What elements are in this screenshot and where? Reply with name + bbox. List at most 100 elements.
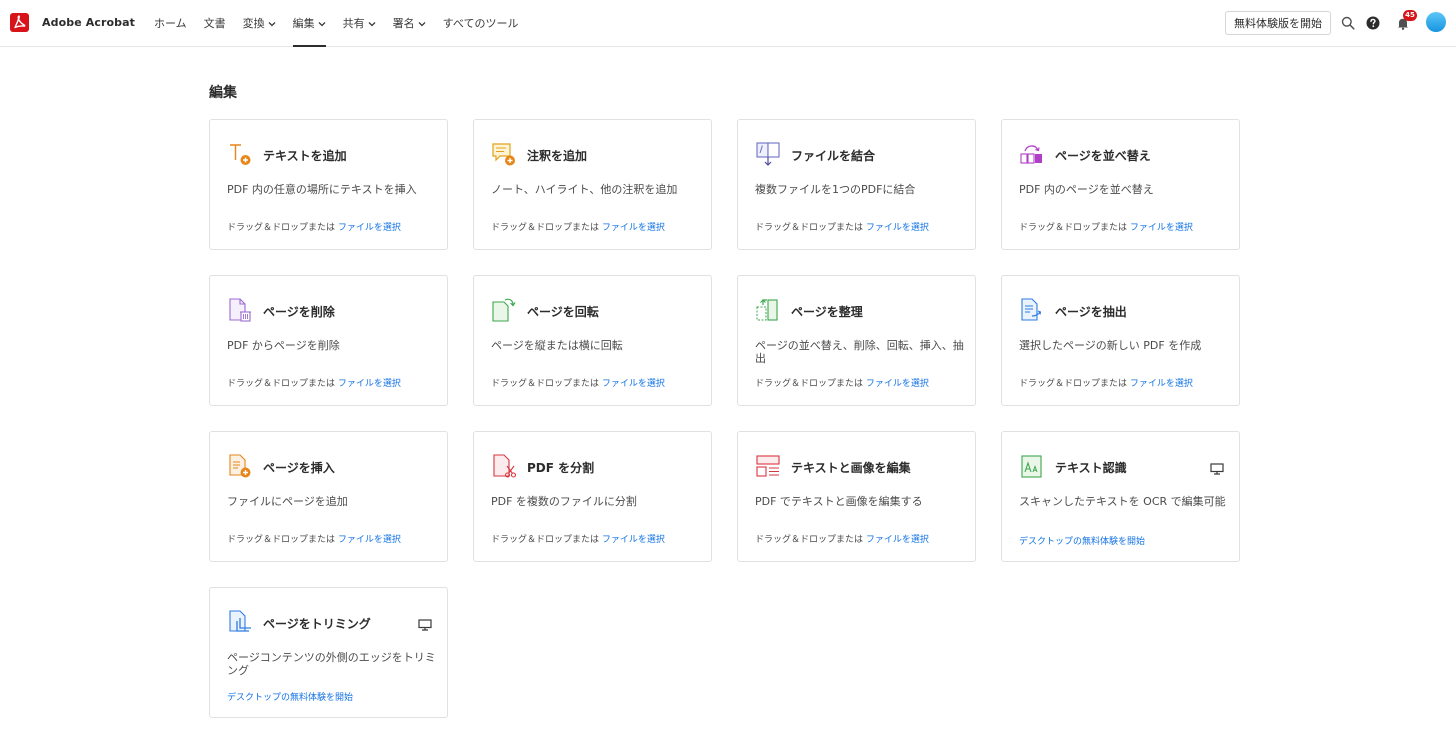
select-file-link[interactable]: ファイルを選択: [602, 223, 665, 233]
search-icon[interactable]: [1338, 13, 1358, 33]
add-comment-icon: [491, 141, 517, 167]
drag-drop-label: ドラッグ＆ドロップまたは: [755, 379, 864, 389]
nav-all-tools[interactable]: すべてのツール: [443, 0, 519, 47]
top-navigation-bar: Adobe Acrobat ホーム 文書 変換 編集 共有 署名 すべてのツール…: [0, 0, 1456, 47]
drag-drop-label: ドラッグ＆ドロップまたは: [227, 223, 336, 233]
card-footer: ドラッグ＆ドロップまたは ファイルを選択: [1019, 376, 1193, 389]
user-avatar[interactable]: [1426, 12, 1446, 32]
tool-card-delete-pages[interactable]: ページを削除 PDF からページを削除 ドラッグ＆ドロップまたは ファイルを選択: [209, 275, 448, 406]
drag-drop-label: ドラッグ＆ドロップまたは: [1019, 223, 1128, 233]
insert-pages-icon: [227, 453, 253, 479]
card-description: ファイルにページを追加: [227, 495, 348, 508]
app-title[interactable]: Adobe Acrobat: [42, 16, 135, 29]
card-footer: ドラッグ＆ドロップまたは ファイルを選択: [491, 532, 665, 545]
card-title: テキストと画像を編集: [791, 461, 911, 475]
tool-card-ocr[interactable]: テキスト認識 スキャンしたテキストを OCR で編集可能 デスクトップの無料体験…: [1001, 431, 1240, 562]
card-description: PDF を複数のファイルに分割: [491, 495, 637, 508]
card-description: PDF からページを削除: [227, 339, 340, 352]
card-footer: ドラッグ＆ドロップまたは ファイルを選択: [1019, 220, 1193, 233]
card-description: ノート、ハイライト、他の注釈を追加: [491, 183, 678, 196]
card-title: ページを整理: [791, 305, 863, 319]
card-description: ページコンテンツの外側のエッジをトリミング: [227, 651, 436, 677]
nav-share[interactable]: 共有: [343, 0, 376, 47]
card-title: ページをトリミング: [263, 617, 371, 631]
nav-sign-label: 署名: [392, 16, 415, 30]
nav-documents[interactable]: 文書: [204, 0, 226, 47]
desktop-trial-link[interactable]: デスクトップの無料体験を開始: [227, 690, 353, 703]
card-title: テキスト認識: [1055, 461, 1127, 475]
tool-card-add-comment[interactable]: 注釈を追加 ノート、ハイライト、他の注釈を追加 ドラッグ＆ドロップまたは ファイ…: [473, 119, 712, 250]
drag-drop-label: ドラッグ＆ドロップまたは: [491, 223, 600, 233]
card-title: 注釈を追加: [527, 149, 588, 163]
tool-card-add-text[interactable]: テキストを追加 PDF 内の任意の場所にテキストを挿入 ドラッグ＆ドロップまたは…: [209, 119, 448, 250]
nav-home-label: ホーム: [154, 16, 187, 30]
acrobat-logo-icon[interactable]: [10, 13, 29, 32]
select-file-link[interactable]: ファイルを選択: [1130, 223, 1193, 233]
select-file-link[interactable]: ファイルを選択: [1130, 379, 1193, 389]
select-file-link[interactable]: ファイルを選択: [866, 379, 929, 389]
nav-share-label: 共有: [342, 16, 365, 30]
select-file-link[interactable]: ファイルを選択: [602, 535, 665, 545]
tool-card-extract-pages[interactable]: ページを抽出 選択したページの新しい PDF を作成 ドラッグ＆ドロップまたは …: [1001, 275, 1240, 406]
split-pdf-icon: [491, 453, 517, 479]
card-title: ページを挿入: [263, 461, 335, 475]
card-description: PDF でテキストと画像を編集する: [755, 495, 923, 508]
desktop-icon: [1210, 460, 1224, 475]
card-footer: ドラッグ＆ドロップまたは ファイルを選択: [755, 376, 929, 389]
delete-pages-icon: [227, 297, 253, 323]
desktop-trial-link[interactable]: デスクトップの無料体験を開始: [1019, 534, 1145, 547]
card-description: 選択したページの新しい PDF を作成: [1019, 339, 1202, 352]
page-title: 編集: [209, 85, 237, 101]
chevron-down-icon: [268, 1, 276, 47]
card-footer: ドラッグ＆ドロップまたは ファイルを選択: [755, 220, 929, 233]
card-description: スキャンしたテキストを OCR で編集可能: [1019, 495, 1226, 508]
drag-drop-label: ドラッグ＆ドロップまたは: [755, 223, 864, 233]
tool-card-combine-files[interactable]: ファイルを結合 複数ファイルを1つのPDFに結合 ドラッグ＆ドロップまたは ファ…: [737, 119, 976, 250]
chevron-down-icon: [418, 1, 426, 47]
nav-sign[interactable]: 署名: [393, 0, 426, 47]
tool-card-crop-pages[interactable]: ページをトリミング ページコンテンツの外側のエッジをトリミング デスクトップの無…: [209, 587, 448, 718]
tool-card-rotate-pages[interactable]: ページを回転 ページを縦または横に回転 ドラッグ＆ドロップまたは ファイルを選択: [473, 275, 712, 406]
drag-drop-label: ドラッグ＆ドロップまたは: [755, 535, 864, 545]
organize-pages-icon: [755, 297, 781, 323]
card-description: ページを縦または横に回転: [491, 339, 623, 352]
tool-card-reorder-pages[interactable]: ページを並べ替え PDF 内のページを並べ替え ドラッグ＆ドロップまたは ファイ…: [1001, 119, 1240, 250]
select-file-link[interactable]: ファイルを選択: [866, 535, 929, 545]
main-nav: ホーム 文書 変換 編集 共有 署名 すべてのツール: [154, 0, 535, 47]
start-trial-button[interactable]: 無料体験版を開始: [1225, 11, 1331, 35]
card-title: ページを削除: [263, 305, 335, 319]
select-file-link[interactable]: ファイルを選択: [338, 535, 401, 545]
crop-pages-icon: [227, 609, 253, 635]
card-title: ページを並べ替え: [1055, 149, 1151, 163]
drag-drop-label: ドラッグ＆ドロップまたは: [1019, 379, 1128, 389]
select-file-link[interactable]: ファイルを選択: [866, 223, 929, 233]
card-title: ページを回転: [527, 305, 599, 319]
card-footer: ドラッグ＆ドロップまたは ファイルを選択: [491, 220, 665, 233]
help-icon[interactable]: [1363, 13, 1383, 33]
card-title: PDF を分割: [527, 461, 595, 475]
select-file-link[interactable]: ファイルを選択: [602, 379, 665, 389]
select-file-link[interactable]: ファイルを選択: [338, 223, 401, 233]
desktop-icon: [418, 616, 432, 631]
nav-convert-label: 変換: [242, 16, 265, 30]
nav-home[interactable]: ホーム: [154, 0, 187, 47]
nav-convert[interactable]: 変換: [243, 0, 276, 47]
nav-edit[interactable]: 編集: [292, 0, 326, 47]
tool-card-split-pdf[interactable]: PDF を分割 PDF を複数のファイルに分割 ドラッグ＆ドロップまたは ファイ…: [473, 431, 712, 562]
tool-card-edit-text-images[interactable]: テキストと画像を編集 PDF でテキストと画像を編集する ドラッグ＆ドロップまた…: [737, 431, 976, 562]
card-footer: ドラッグ＆ドロップまたは ファイルを選択: [227, 220, 401, 233]
card-description: PDF 内の任意の場所にテキストを挿入: [227, 183, 417, 196]
combine-files-icon: [755, 141, 781, 167]
tool-card-insert-pages[interactable]: ページを挿入 ファイルにページを追加 ドラッグ＆ドロップまたは ファイルを選択: [209, 431, 448, 562]
tool-card-organize-pages[interactable]: ページを整理 ページの並べ替え、削除、回転、挿入、抽出 ドラッグ＆ドロップまたは…: [737, 275, 976, 406]
nav-all-tools-label: すべてのツール: [442, 16, 519, 30]
drag-drop-label: ドラッグ＆ドロップまたは: [227, 535, 336, 545]
chevron-down-icon: [318, 1, 326, 47]
rotate-pages-icon: [491, 297, 517, 323]
drag-drop-label: ドラッグ＆ドロップまたは: [491, 379, 600, 389]
select-file-link[interactable]: ファイルを選択: [338, 379, 401, 389]
card-description: 複数ファイルを1つのPDFに結合: [755, 183, 916, 196]
chevron-down-icon: [368, 1, 376, 47]
card-title: ページを抽出: [1055, 305, 1127, 319]
card-description: ページの並べ替え、削除、回転、挿入、抽出: [755, 339, 964, 365]
